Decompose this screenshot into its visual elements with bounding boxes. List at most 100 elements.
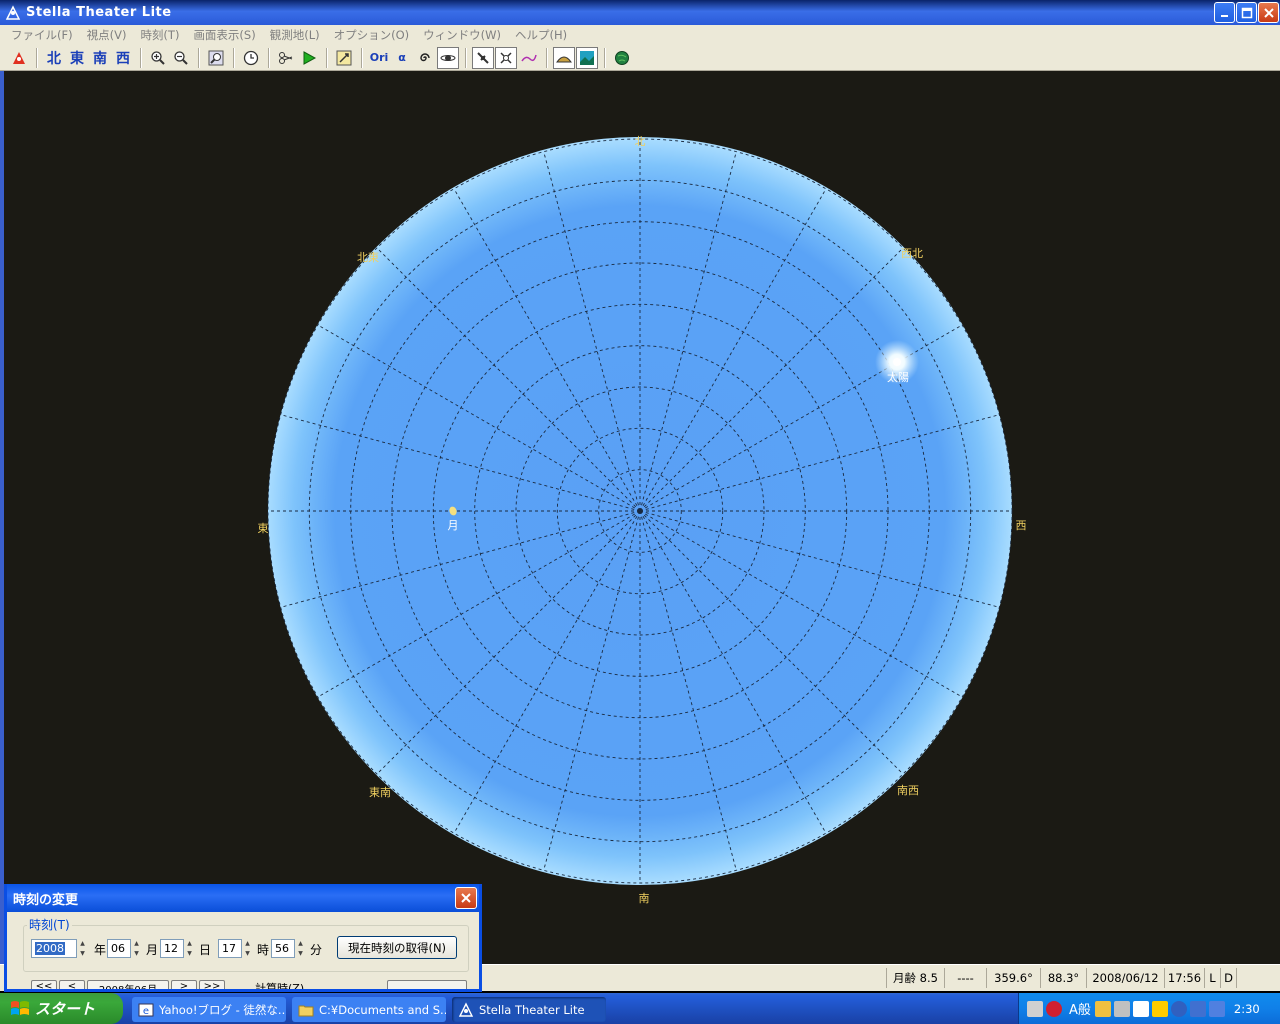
taskbar-item-documents-folder[interactable]: C:¥Documents and S... (292, 997, 446, 1022)
minute-input[interactable]: 56 (271, 939, 295, 958)
dialog-close-button[interactable] (455, 887, 477, 909)
nav-first-button[interactable]: << (31, 980, 57, 989)
toolbar-separator (604, 47, 606, 68)
nav-last-button[interactable]: >> (199, 980, 225, 989)
comet-icon (521, 54, 537, 61)
direction-label-north: 北 (635, 135, 646, 148)
menu-view[interactable]: 視点(V) (80, 27, 134, 43)
day-spinner[interactable]: ▲ ▼ (184, 939, 195, 958)
help-icon[interactable] (1132, 1000, 1149, 1017)
ime-options-icon[interactable] (1151, 1000, 1168, 1017)
tray-expand-icon[interactable] (1170, 1000, 1187, 1017)
close-button[interactable] (1258, 2, 1279, 23)
pointer-icon (336, 50, 352, 65)
globe-button[interactable] (611, 47, 633, 69)
nav-prev-button[interactable]: < (59, 980, 85, 989)
toolbar-separator (198, 47, 200, 68)
star-name-button[interactable]: α (391, 47, 413, 69)
year-unit-label: 年 (94, 943, 107, 957)
sky-dome: 北 北東 西北 東 西 南 東南 南西 太陽 月 (258, 135, 1027, 905)
maximize-button[interactable] (1236, 2, 1257, 23)
menu-time[interactable]: 時刻(T) (133, 27, 186, 43)
hour-value: 17 (222, 942, 236, 955)
nav-next-button[interactable]: > (171, 980, 197, 989)
maximize-icon (1241, 7, 1252, 18)
clock-button[interactable] (240, 47, 262, 69)
direction-label-northeast: 北東 (357, 251, 379, 264)
spin-down-icon: ▼ (298, 949, 303, 957)
menu-window[interactable]: ウィンドウ(W) (416, 27, 508, 43)
taskbar-item-label: Yahoo!ブログ - 徒然な... (159, 1002, 286, 1017)
status-date: 2008/06/12 (1086, 968, 1164, 988)
year-spinner[interactable]: ▲ ▼ (77, 939, 88, 958)
view-north-button[interactable]: 北 (43, 47, 65, 69)
month-input[interactable]: 06 (107, 939, 131, 958)
dialog-title: 時刻の変更 (13, 892, 79, 908)
get-current-time-button[interactable]: 現在時刻の取得(N) (337, 936, 457, 959)
month-spinner[interactable]: ▲ ▼ (131, 939, 142, 958)
spin-up-icon: ▲ (298, 940, 303, 947)
ime-status-icon[interactable] (1046, 1000, 1062, 1017)
taskbar-item-label: C:¥Documents and S... (319, 1002, 446, 1017)
close-icon (461, 893, 471, 903)
calc-time-button[interactable] (387, 980, 467, 989)
taskbar-item-stella-theater[interactable]: Stella Theater Lite (452, 997, 606, 1022)
menu-display[interactable]: 画面表示(S) (186, 27, 262, 43)
comet-button[interactable] (518, 47, 540, 69)
satellite-button[interactable] (472, 46, 494, 69)
dialog-title-bar[interactable]: 時刻の変更 (7, 884, 479, 912)
toolbar-separator (465, 47, 467, 68)
time-step-button[interactable] (275, 47, 297, 69)
hour-input[interactable]: 17 (218, 939, 242, 958)
zoom-out-button[interactable] (170, 47, 192, 69)
view-west-button[interactable]: 西 (112, 47, 134, 69)
status-dashes: ---- (944, 968, 986, 988)
planet-orbit-button[interactable] (437, 46, 459, 69)
minimize-button[interactable] (1214, 2, 1235, 23)
time-change-dialog: 時刻の変更 時刻(T) 2008 ▲ ▼ 年 06 ▲ ▼ 月 12 ▲ ▼ 日 17… (4, 884, 482, 992)
play-icon (303, 50, 317, 65)
play-button[interactable] (298, 47, 320, 69)
menu-file[interactable]: ファイル(F) (4, 27, 80, 43)
horizon-button[interactable] (553, 46, 575, 69)
sky-view[interactable]: 北 北東 西北 東 西 南 東南 南西 太陽 月 (4, 71, 1280, 964)
menu-options[interactable]: オプション(O) (327, 27, 417, 43)
ime-tools-icon[interactable] (1113, 1000, 1130, 1017)
status-altitude: 88.3° (1040, 968, 1086, 988)
keyboard-icon[interactable] (1027, 1000, 1043, 1017)
spiral-button[interactable] (414, 47, 436, 69)
ime-mode-label[interactable]: A般 (1069, 999, 1091, 1018)
toolbar: 北 東 南 西 Ori α (0, 45, 1280, 71)
planet-orbit-icon (440, 54, 456, 61)
observer-button[interactable] (8, 47, 30, 69)
view-south-button[interactable]: 南 (89, 47, 111, 69)
taskbar-item-yahoo-blog[interactable]: e Yahoo!ブログ - 徒然な... (132, 997, 286, 1022)
network-icon[interactable] (1189, 1000, 1206, 1017)
volume-icon[interactable] (1208, 1000, 1225, 1017)
view-east-button[interactable]: 東 (66, 47, 88, 69)
toolbar-separator (233, 47, 235, 68)
direction-label-east: 東 (258, 522, 269, 535)
pointer-button[interactable] (333, 47, 355, 69)
find-button[interactable] (205, 47, 227, 69)
ime-pad-icon[interactable] (1094, 1000, 1111, 1017)
menu-help[interactable]: ヘルプ(H) (508, 27, 574, 43)
taskbar-item-label: Stella Theater Lite (479, 1002, 585, 1017)
status-flag-l: L (1204, 968, 1220, 988)
menu-location[interactable]: 観測地(L) (263, 27, 327, 43)
zoom-in-button[interactable] (147, 47, 169, 69)
direction-label-south: 南 (639, 892, 650, 905)
landscape-button[interactable] (576, 46, 598, 69)
start-button[interactable]: スタート (0, 993, 123, 1024)
satellite-track-button[interactable] (495, 46, 517, 69)
day-input[interactable]: 12 (160, 939, 184, 958)
constellation-button[interactable]: Ori (368, 47, 390, 69)
year-input[interactable]: 2008 (31, 939, 77, 958)
minimize-icon (1220, 14, 1228, 17)
sun-marker[interactable] (893, 358, 901, 366)
hour-spinner[interactable]: ▲ ▼ (242, 939, 253, 958)
clock[interactable]: 2:30 (1234, 1002, 1260, 1016)
stella-app-icon (5, 4, 21, 20)
minute-spinner[interactable]: ▲ ▼ (295, 939, 306, 958)
status-flag-d: D (1220, 968, 1236, 988)
